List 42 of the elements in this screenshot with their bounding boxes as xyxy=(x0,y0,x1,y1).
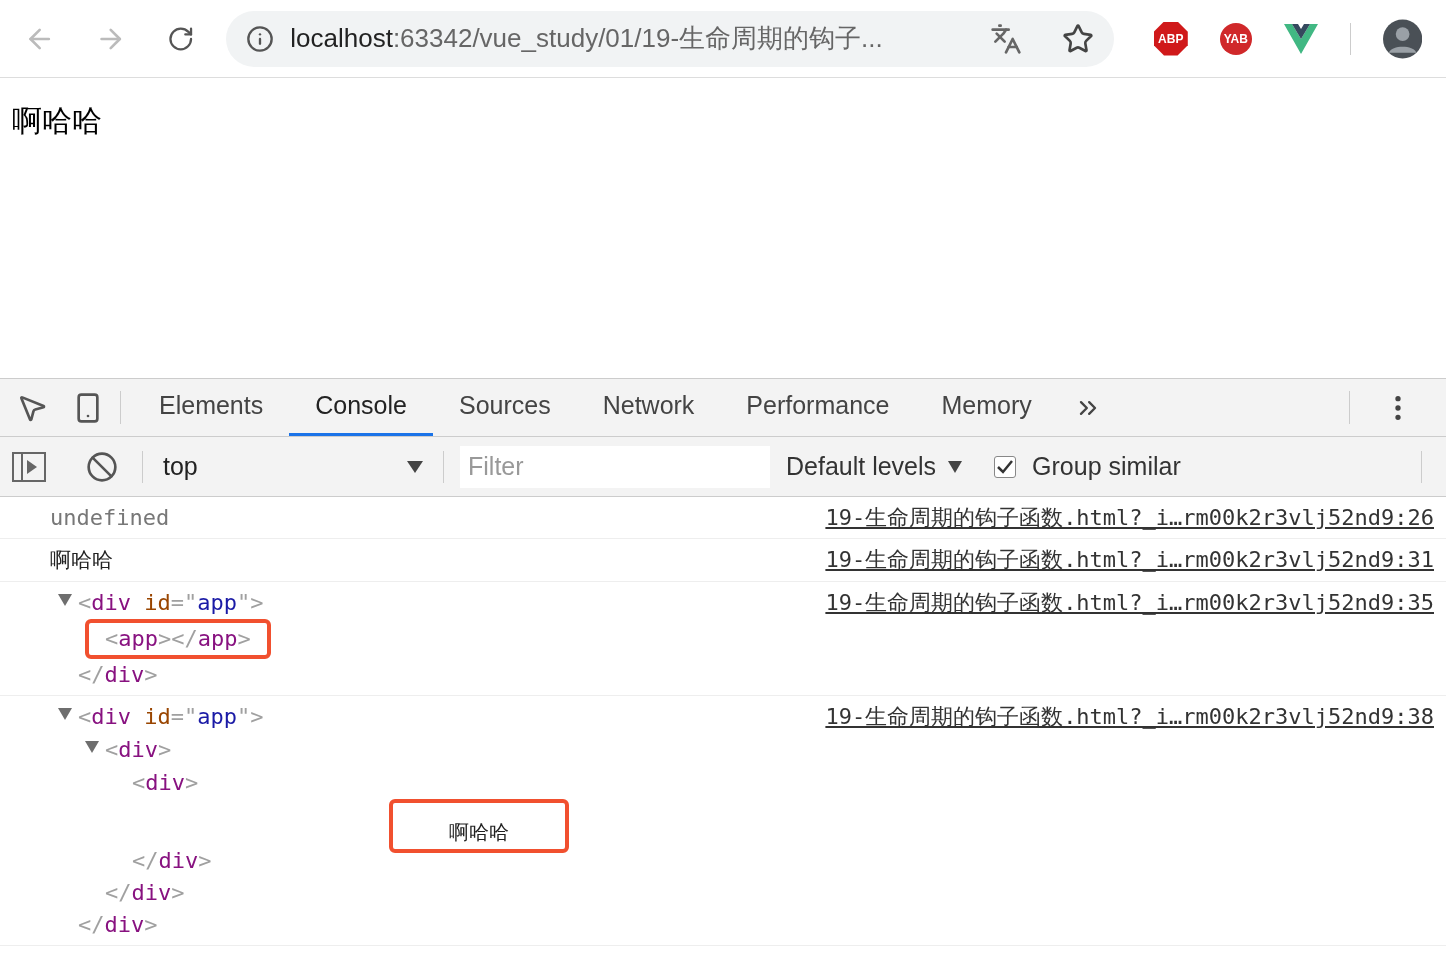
levels-dropdown[interactable]: Default levels xyxy=(786,447,963,486)
clear-icon[interactable] xyxy=(86,450,118,483)
expanded-triangle-icon[interactable] xyxy=(58,593,72,606)
source-link[interactable]: 19-生命周期的钩子函数.html?_i…rm00k2r3vlj52nd9:26 xyxy=(825,501,1434,534)
element-tag[interactable]: <app></app> xyxy=(85,618,271,659)
element-tag[interactable]: <div> xyxy=(105,733,172,766)
devtools-tab[interactable]: Network xyxy=(576,379,721,436)
expanded-triangle-icon[interactable] xyxy=(58,707,72,720)
expanded-triangle-icon[interactable] xyxy=(85,740,99,753)
v-logo-icon[interactable] xyxy=(1283,23,1318,54)
group-similar-label: Group similar xyxy=(1032,450,1181,482)
text-node: 啊哈哈 xyxy=(389,798,569,853)
context-dropdown[interactable]: top xyxy=(143,447,443,486)
star-icon[interactable] xyxy=(1061,22,1094,55)
dropdown-caret-icon xyxy=(948,460,963,473)
closing-tag: </div> xyxy=(78,908,569,941)
console-message: undefined xyxy=(50,505,170,530)
devtools-tab[interactable]: Sources xyxy=(432,379,577,436)
element-tag[interactable]: <div id="app"> xyxy=(78,700,264,733)
translate-icon[interactable] xyxy=(989,22,1022,55)
stop-sign-extension-icon[interactable]: ABP xyxy=(1153,21,1188,56)
address-bar[interactable]: localhost:63342/vue_study/01/19-生命周期的钩子... xyxy=(226,10,1114,67)
element-tag[interactable]: <div> xyxy=(132,766,199,799)
page-text: 啊哈哈 xyxy=(12,103,102,138)
source-link[interactable]: 19-生命周期的钩子函数.html?_i…rm00k2r3vlj52nd9:31 xyxy=(825,543,1434,576)
dropdown-caret-icon xyxy=(407,460,423,473)
console-message: 啊哈哈 xyxy=(50,548,113,572)
filter-field[interactable]: Filter xyxy=(460,445,770,488)
round-extension-icon[interactable]: YAB xyxy=(1219,22,1252,55)
devtools-tab[interactable]: Performance xyxy=(720,379,916,436)
element-tag[interactable]: <div id="app"> xyxy=(78,586,264,619)
devtools-tab[interactable]: Memory xyxy=(915,379,1058,436)
closing-tag: </div> xyxy=(105,876,569,909)
source-link[interactable]: 19-生命周期的钩子函数.html?_i…rm00k2r3vlj52nd9:38 xyxy=(825,699,1434,733)
devtools-tab[interactable]: Elements xyxy=(133,379,290,436)
group-similar-checkbox[interactable] xyxy=(994,455,1017,478)
source-link[interactable]: 19-生命周期的钩子函数.html?_i…rm00k2r3vlj52nd9:35 xyxy=(825,585,1434,619)
closing-tag: </div> xyxy=(78,658,271,691)
url-text: localhost:63342/vue_study/01/19-生命周期的钩子... xyxy=(290,22,883,55)
info-icon[interactable] xyxy=(246,24,275,53)
avatar[interactable] xyxy=(1382,18,1422,59)
sidebar-toggle-icon[interactable] xyxy=(12,451,46,482)
